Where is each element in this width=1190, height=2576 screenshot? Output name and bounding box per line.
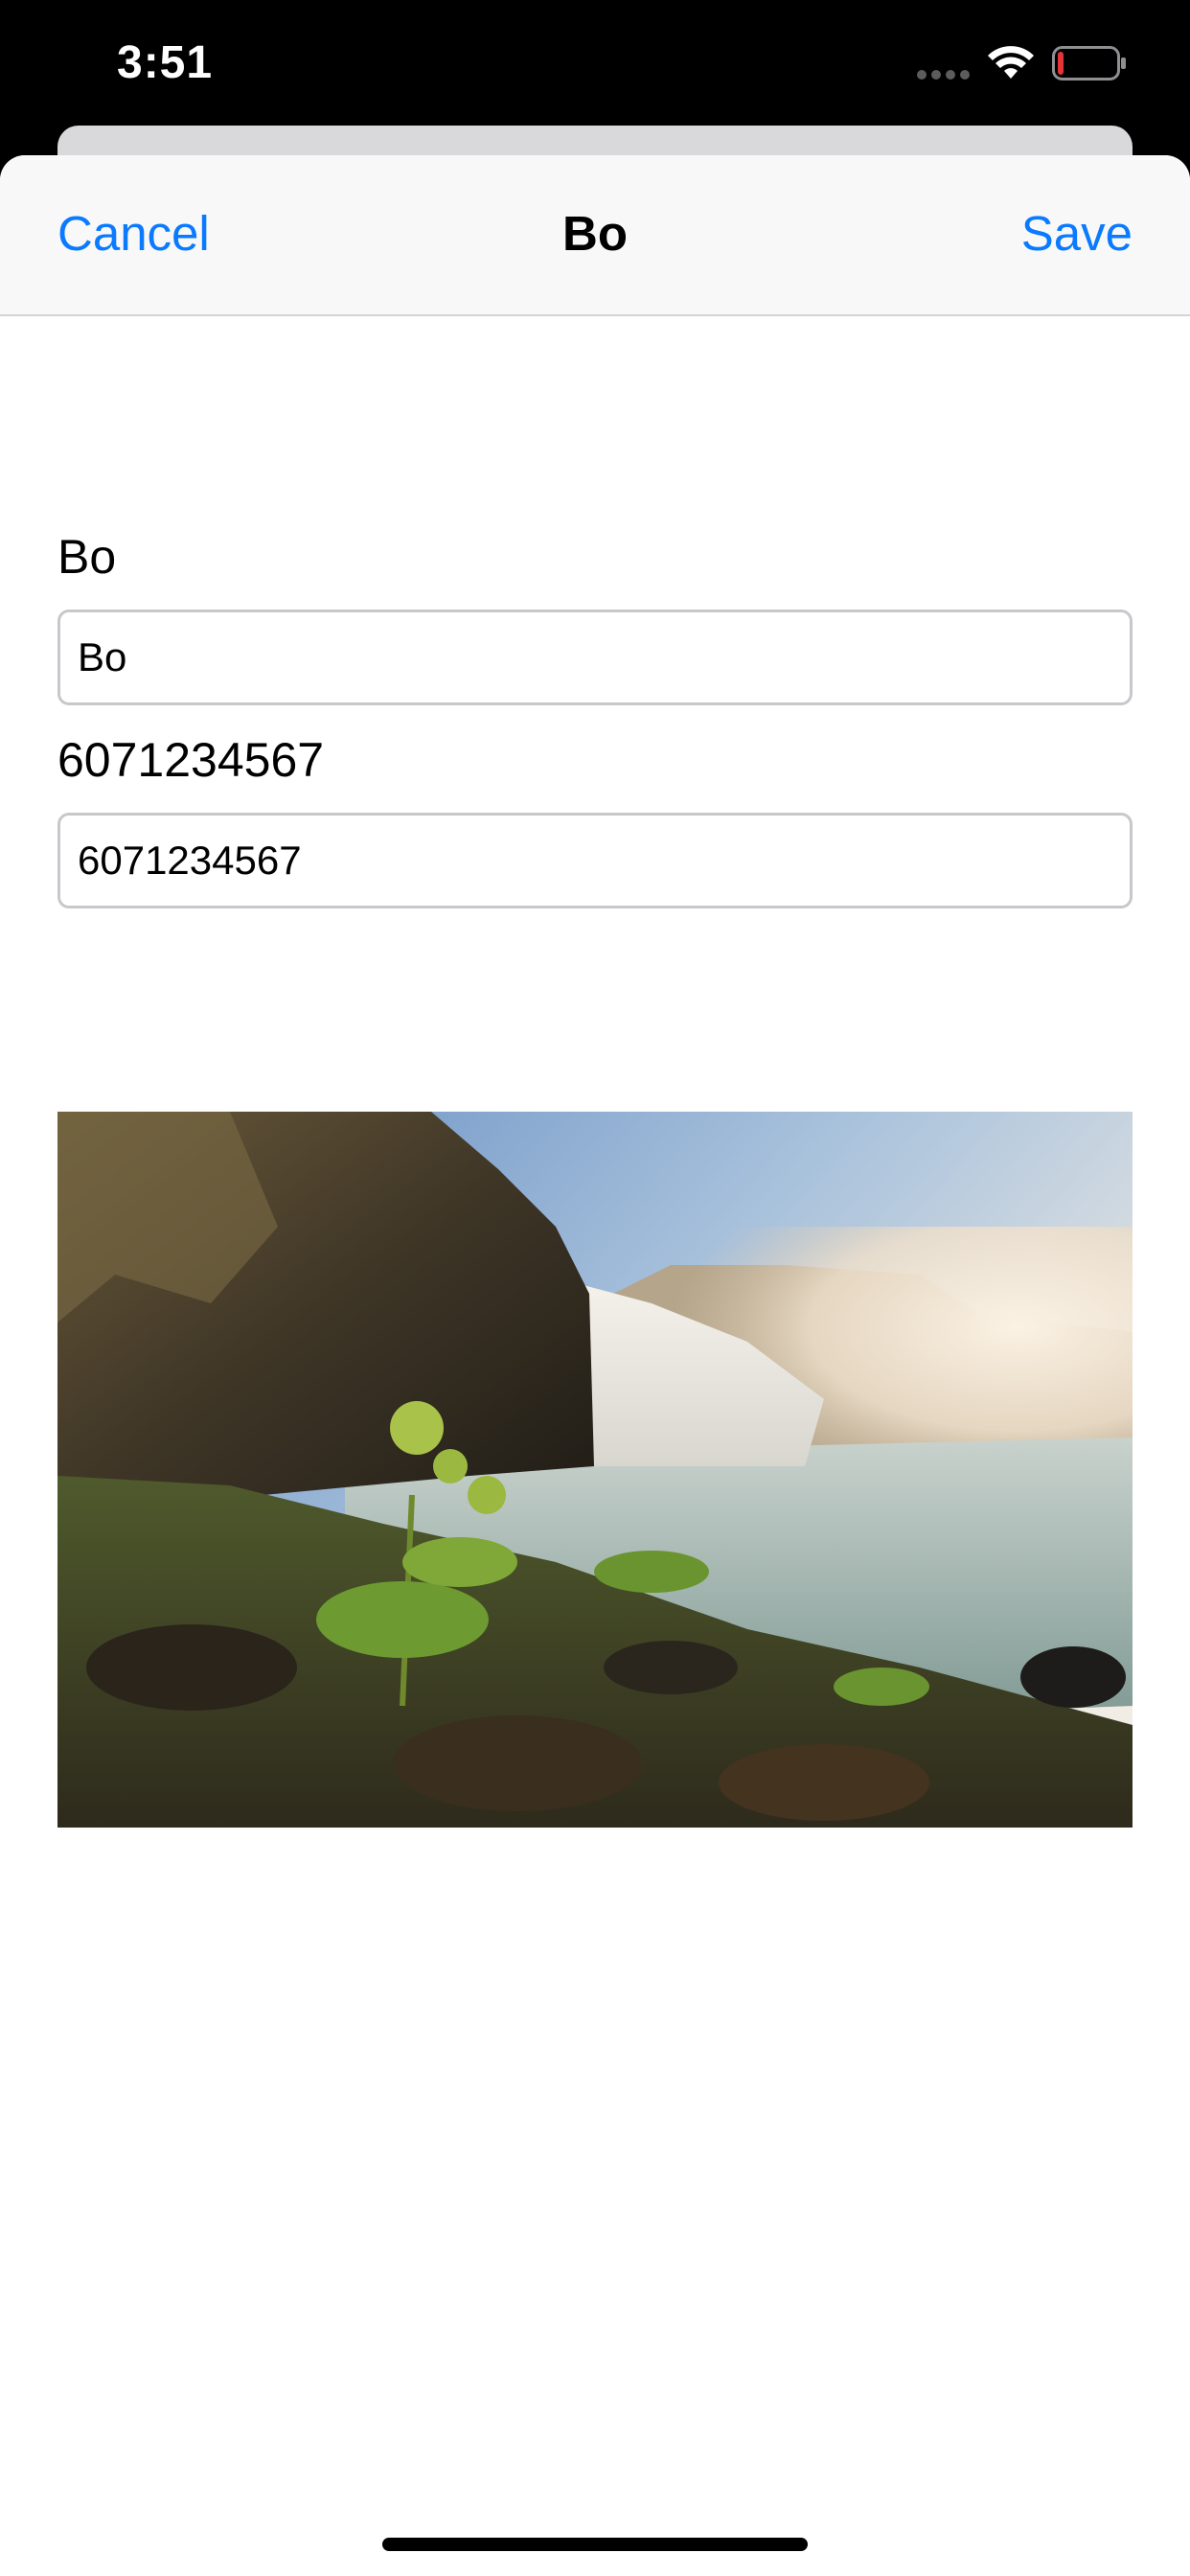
status-bar: 3:51 bbox=[0, 0, 1190, 125]
phone-label: 6071234567 bbox=[57, 733, 325, 787]
name-field[interactable] bbox=[57, 610, 1133, 705]
edit-contact-sheet: Bo Cancel Save Bo 6071234567 bbox=[0, 155, 1190, 2576]
home-indicator[interactable] bbox=[382, 2538, 808, 2551]
navigation-bar: Bo Cancel Save bbox=[0, 155, 1190, 316]
status-time: 3:51 bbox=[117, 37, 214, 88]
name-label: Bo bbox=[57, 530, 117, 584]
save-button[interactable]: Save bbox=[1021, 205, 1133, 262]
wifi-icon bbox=[988, 46, 1034, 79]
battery-low-icon bbox=[1052, 46, 1126, 80]
cellular-signal-icon bbox=[917, 70, 970, 80]
cancel-button[interactable]: Cancel bbox=[57, 205, 210, 262]
phone-screen: 3:51 Bo Cancel Save Bo 6071234567 bbox=[0, 0, 1190, 2576]
waterfall-photo bbox=[57, 1112, 1133, 1828]
phone-field[interactable] bbox=[57, 813, 1133, 908]
